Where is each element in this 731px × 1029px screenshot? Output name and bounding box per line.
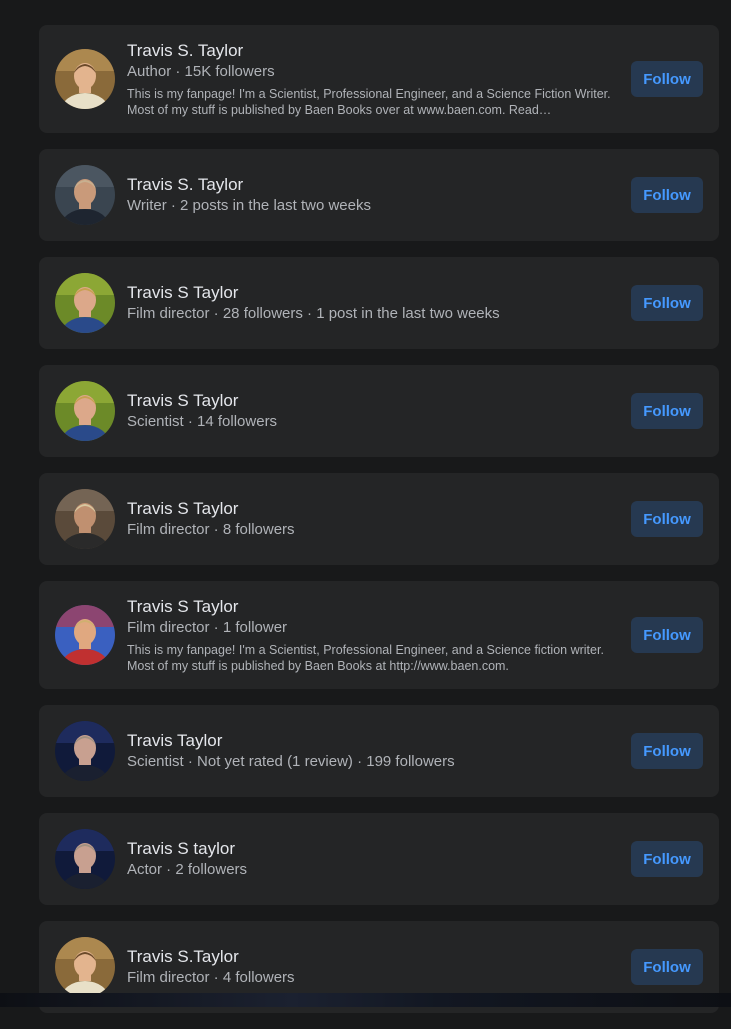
result-name-link[interactable]: Travis S Taylor [127, 498, 619, 520]
result-name-link[interactable]: Travis S taylor [127, 838, 619, 860]
result-meta: Film director · 28 followers · 1 post in… [127, 305, 500, 322]
follow-button[interactable]: Follow [631, 501, 703, 537]
result-card[interactable]: Travis S Taylor Film director · 28 follow… [39, 257, 719, 349]
result-name-link[interactable]: Travis S Taylor [127, 596, 619, 618]
result-card[interactable]: Travis S Taylor Film director · 8 followe… [39, 473, 719, 565]
result-info: Travis S Taylor Film director · 8 followe… [127, 498, 631, 540]
profile-avatar[interactable] [55, 49, 115, 109]
result-name-link[interactable]: Travis S Taylor [127, 390, 619, 412]
result-info: Travis S Taylor Scientist · 14 followers [127, 390, 631, 432]
result-meta: Actor · 2 followers [127, 861, 248, 878]
result-description: This is my fanpage! I'm a Scientist, Pro… [127, 87, 611, 117]
follow-button[interactable]: Follow [631, 393, 703, 429]
result-card[interactable]: Travis S. Taylor Author · 15K followers Th… [39, 25, 719, 133]
result-info: Travis S. Taylor Writer · 2 posts in the … [127, 174, 631, 216]
result-info: Travis S Taylor Film director · 28 follow… [127, 282, 631, 324]
result-name-link[interactable]: Travis S Taylor [127, 282, 619, 304]
result-meta: Film director · 1 follower [127, 619, 288, 636]
result-meta: Scientist · Not yet rated (1 review) · 1… [127, 753, 455, 770]
follow-button[interactable]: Follow [631, 177, 703, 213]
profile-avatar[interactable] [55, 937, 115, 997]
follow-button[interactable]: Follow [631, 733, 703, 769]
result-info: Travis Taylor Scientist · Not yet rated (… [127, 730, 631, 772]
result-card[interactable]: Travis S taylor Actor · 2 followers Follow [39, 813, 719, 905]
profile-avatar[interactable] [55, 381, 115, 441]
result-name-link[interactable]: Travis S.Taylor [127, 946, 619, 968]
follow-button[interactable]: Follow [631, 949, 703, 985]
result-meta: Scientist · 14 followers [127, 413, 278, 430]
profile-avatar[interactable] [55, 273, 115, 333]
result-description: This is my fanpage! I'm a Scientist, Pro… [127, 643, 604, 673]
follow-button[interactable]: Follow [631, 61, 703, 97]
result-info: Travis S Taylor Film director · 1 followe… [127, 596, 631, 674]
result-info: Travis S. Taylor Author · 15K followers Th… [127, 40, 631, 118]
result-card[interactable]: Travis Taylor Scientist · Not yet rated (… [39, 705, 719, 797]
profile-avatar[interactable] [55, 829, 115, 889]
profile-avatar[interactable] [55, 165, 115, 225]
result-info: Travis S taylor Actor · 2 followers [127, 838, 631, 880]
result-meta: Writer · 2 posts in the last two weeks [127, 197, 371, 214]
result-card[interactable]: Travis S. Taylor Writer · 2 posts in the … [39, 149, 719, 241]
background-image-strip [0, 993, 731, 1007]
follow-button[interactable]: Follow [631, 617, 703, 653]
result-meta: Film director · 4 followers [127, 969, 295, 986]
result-card[interactable]: Travis S Taylor Film director · 1 followe… [39, 581, 719, 689]
search-results-list: Travis S. Taylor Author · 15K followers Th… [39, 25, 719, 1029]
result-name-link[interactable]: Travis Taylor [127, 730, 619, 752]
follow-button[interactable]: Follow [631, 285, 703, 321]
profile-avatar[interactable] [55, 489, 115, 549]
follow-button[interactable]: Follow [631, 841, 703, 877]
result-info: Travis S.Taylor Film director · 4 followe… [127, 946, 631, 988]
result-name-link[interactable]: Travis S. Taylor [127, 174, 619, 196]
result-meta: Film director · 8 followers [127, 521, 295, 538]
result-meta: Author · 15K followers [127, 63, 275, 80]
profile-avatar[interactable] [55, 721, 115, 781]
result-card[interactable]: Travis S Taylor Scientist · 14 followers F… [39, 365, 719, 457]
profile-avatar[interactable] [55, 605, 115, 665]
result-name-link[interactable]: Travis S. Taylor [127, 40, 619, 62]
